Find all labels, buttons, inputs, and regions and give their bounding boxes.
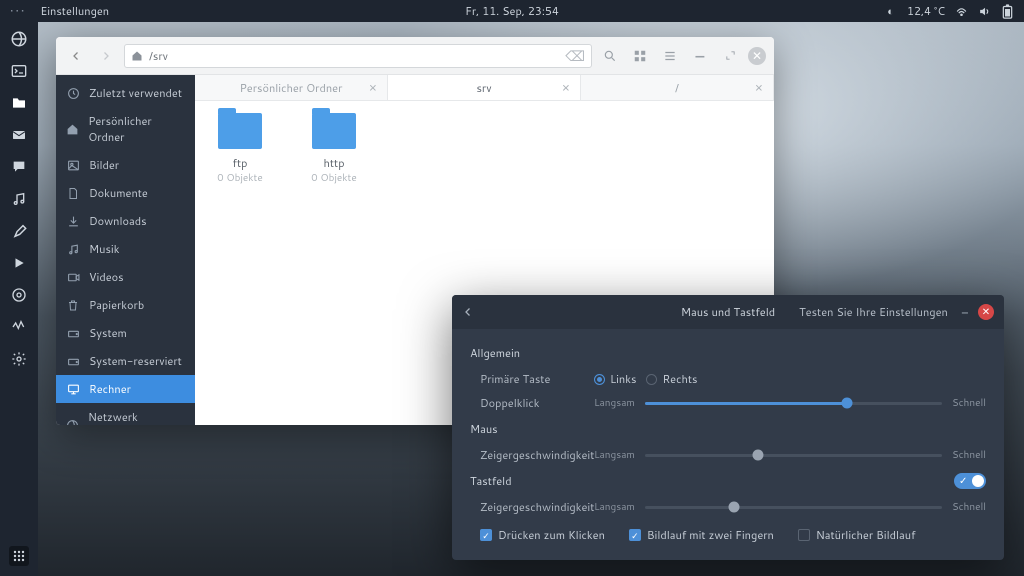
app-menu-label[interactable]: Einstellungen (40, 3, 109, 19)
tab--[interactable]: /× (581, 75, 774, 100)
maximize-button[interactable] (718, 44, 742, 68)
search-button[interactable] (598, 44, 622, 68)
computer-icon (66, 383, 80, 396)
sidebar-item-pers-nlicher-ordner[interactable]: Persönlicher Ordner (56, 107, 195, 151)
clock[interactable]: Fr, 11. Sep, 23:54 (465, 3, 559, 19)
dock-mail-icon[interactable] (10, 126, 28, 144)
download-icon (66, 215, 80, 228)
dock-monitor-icon[interactable] (10, 318, 28, 336)
sidebar-item-bilder[interactable]: Bilder (56, 151, 195, 179)
label-pointer-speed-touch: Zeigergeschwindigkeit (470, 499, 594, 515)
label-fast: Schnell (952, 396, 986, 410)
fm-sidebar: Zuletzt verwendetPersönlicher OrdnerBild… (56, 75, 195, 425)
minimize-button[interactable]: ‒ (688, 44, 712, 68)
path-text: /srv (149, 48, 168, 64)
sidebar-item-dokumente[interactable]: Dokumente (56, 179, 195, 207)
dock-play-icon[interactable] (10, 254, 28, 272)
settings-title: Maus und Tastfeld (681, 304, 775, 320)
tab-close-icon[interactable]: × (562, 79, 570, 97)
clear-path-icon[interactable]: ⌫ (565, 46, 585, 66)
test-settings-button[interactable]: Testen Sie Ihre Einstellungen (799, 304, 948, 320)
dock-music-icon[interactable] (10, 190, 28, 208)
sidebar-item-system-reserviert[interactable]: System-reserviert (56, 347, 195, 375)
fm-header-bar: /srv ⌫ ‒ ✕ (56, 37, 774, 75)
checkbox-tap-to-click[interactable]: ✓Drücken zum Klicken (480, 527, 605, 543)
touchpad-toggle[interactable]: ✓ (954, 473, 986, 489)
view-list-button[interactable] (658, 44, 682, 68)
label-double-click: Doppelklick (470, 395, 594, 411)
trash-icon (66, 299, 80, 312)
sidebar-item-zuletzt-verwendet[interactable]: Zuletzt verwendet (56, 79, 195, 107)
dock-settings-icon[interactable] (10, 350, 28, 368)
wifi-icon[interactable] (955, 5, 968, 18)
sidebar-item-netzwerk-durchsuchen[interactable]: Netzwerk durchsuchen (56, 403, 195, 425)
clock-icon (66, 87, 80, 100)
disk-icon (66, 355, 80, 368)
fm-tabs: Persönlicher Ordner×srv×/× (195, 75, 774, 101)
touch-speed-slider[interactable] (645, 506, 942, 509)
checkbox-natural-scroll[interactable]: Natürlicher Bildlauf (798, 527, 916, 543)
activities-icon[interactable]: ••• (10, 3, 26, 19)
path-home-icon (131, 50, 143, 62)
network-icon (66, 419, 79, 426)
checkbox-two-finger-scroll[interactable]: ✓Bildlauf mit zwei Fingern (629, 527, 774, 543)
back-button[interactable] (64, 44, 88, 68)
volume-icon[interactable] (978, 5, 991, 18)
dock (0, 22, 38, 576)
mouse-speed-slider[interactable] (645, 454, 942, 457)
folder-icon (218, 113, 262, 149)
double-click-slider[interactable] (645, 402, 942, 405)
label-primary-button: Primäre Taste (470, 371, 594, 387)
dock-files-icon[interactable] (10, 94, 28, 112)
app-grid-button[interactable] (9, 546, 29, 566)
tab-close-icon[interactable]: × (369, 79, 377, 97)
battery-icon[interactable] (1001, 5, 1014, 18)
label-slow: Langsam (594, 396, 635, 410)
video-icon (66, 271, 80, 284)
music-icon (66, 243, 80, 256)
settings-header: Maus und Tastfeld Testen Sie Ihre Einste… (452, 295, 1004, 329)
settings-window: Maus und Tastfeld Testen Sie Ihre Einste… (452, 295, 1004, 560)
settings-minimize-button[interactable]: ‒ (962, 304, 968, 320)
section-mouse: Maus (470, 421, 986, 437)
section-general: Allgemein (470, 345, 986, 361)
dock-chat-icon[interactable] (10, 158, 28, 176)
home-icon (66, 123, 79, 136)
tab-close-icon[interactable]: × (755, 79, 763, 97)
label-pointer-speed-mouse: Zeigergeschwindigkeit (470, 447, 594, 463)
doc-icon (66, 187, 80, 200)
dock-browser-icon[interactable] (10, 30, 28, 48)
sidebar-item-musik[interactable]: Musik (56, 235, 195, 263)
dock-help-icon[interactable] (10, 286, 28, 304)
sidebar-item-videos[interactable]: Videos (56, 263, 195, 291)
top-panel: ••• Einstellungen Fr, 11. Sep, 23:54 ◐ 1… (0, 0, 1024, 22)
temperature[interactable]: 12,4 °C (907, 3, 945, 19)
image-icon (66, 159, 80, 172)
tab-pers-nlicher-ordner[interactable]: Persönlicher Ordner× (195, 75, 388, 100)
tab-srv[interactable]: srv× (388, 75, 581, 100)
sidebar-item-papierkorb[interactable]: Papierkorb (56, 291, 195, 319)
close-button[interactable]: ✕ (748, 47, 766, 65)
folder-icon (312, 113, 356, 149)
view-grid-button[interactable] (628, 44, 652, 68)
settings-back-button[interactable] (462, 306, 482, 318)
settings-close-button[interactable]: ✕ (978, 304, 994, 320)
sidebar-item-rechner[interactable]: Rechner (56, 375, 195, 403)
dock-terminal-icon[interactable] (10, 62, 28, 80)
night-icon[interactable]: ◐ (884, 5, 897, 18)
path-bar[interactable]: /srv ⌫ (124, 44, 592, 68)
radio-right[interactable]: Rechts (646, 371, 697, 387)
folder-http[interactable]: http0 Objekte (301, 113, 367, 413)
sidebar-item-system[interactable]: System (56, 319, 195, 347)
dock-tweaks-icon[interactable] (10, 222, 28, 240)
sidebar-item-downloads[interactable]: Downloads (56, 207, 195, 235)
forward-button[interactable] (94, 44, 118, 68)
section-touchpad: Tastfeld ✓ (470, 473, 986, 489)
folder-ftp[interactable]: ftp0 Objekte (207, 113, 273, 413)
disk-icon (66, 327, 80, 340)
radio-left[interactable]: Links (594, 371, 636, 387)
